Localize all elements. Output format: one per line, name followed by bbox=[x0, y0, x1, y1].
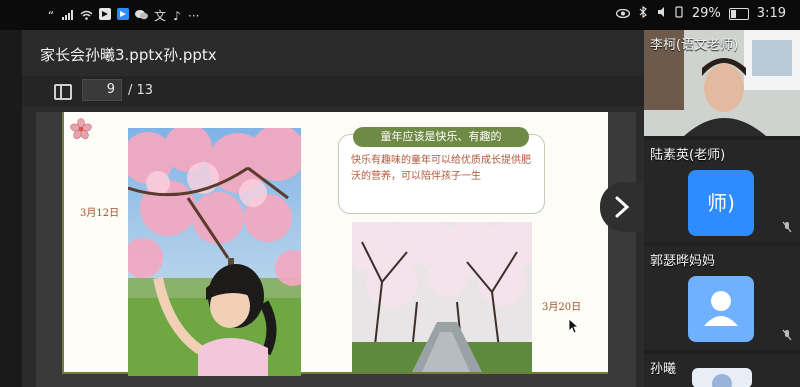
text-card-body: 快乐有趣味的童年可以给优质成长提供肥沃的营养，可以陪伴孩子一生 bbox=[351, 155, 531, 182]
status-right: 29% 3:19 bbox=[615, 5, 786, 21]
participant-tile[interactable]: 孙曦 bbox=[644, 354, 800, 387]
signal-icon bbox=[62, 9, 74, 23]
chevron-right-icon bbox=[615, 196, 630, 218]
user-icon bbox=[704, 291, 738, 326]
video-app-icon bbox=[117, 8, 129, 23]
mic-off-icon bbox=[782, 221, 792, 236]
eye-icon bbox=[615, 7, 631, 21]
participants-panel: 李柯(语文老师) 陆素英(老师) 师) 郭瑟晔妈妈 孙曦 bbox=[644, 30, 800, 387]
quote-icon: “ bbox=[47, 8, 55, 23]
photo-girl-cherry-blossom bbox=[128, 128, 301, 376]
slide: 3月12日 童年应该是快乐、有趣的 快乐有趣味的童年可以给优质成长提供肥沃的营养… bbox=[62, 112, 608, 376]
participant-name: 孙曦 bbox=[650, 362, 677, 377]
participant-name: 陆素英(老师) bbox=[650, 148, 726, 163]
participant-tile[interactable]: 郭瑟晔妈妈 bbox=[644, 246, 800, 350]
mic-off-icon bbox=[782, 329, 792, 344]
music-icon: ♪ bbox=[173, 8, 181, 23]
participant-avatar: 师) bbox=[688, 170, 754, 236]
mute-icon bbox=[656, 6, 666, 21]
clock: 3:19 bbox=[756, 6, 786, 21]
participant-tile[interactable]: 李柯(语文老师) bbox=[644, 30, 800, 136]
date-label-right: 3月20日 bbox=[542, 302, 582, 313]
text-card-title: 童年应该是快乐、有趣的 bbox=[353, 127, 529, 147]
status-left-icons: “ 文 ♪ ··· bbox=[46, 7, 199, 24]
wifi-icon bbox=[80, 9, 93, 23]
sidebar-toggle-icon[interactable] bbox=[54, 84, 72, 100]
slide-area: 3月12日 童年应该是快乐、有趣的 快乐有趣味的童年可以给优质成长提供肥沃的营养… bbox=[36, 112, 636, 387]
flower-icon bbox=[70, 118, 92, 139]
mouse-cursor-icon bbox=[568, 318, 580, 334]
page-number-input[interactable]: 9 bbox=[82, 79, 122, 101]
participant-avatar bbox=[688, 276, 754, 342]
bluetooth-icon bbox=[638, 5, 648, 21]
participant-avatar-image bbox=[692, 368, 752, 387]
translate-icon: 文 bbox=[154, 9, 167, 23]
page-total: / 13 bbox=[128, 83, 154, 98]
photo-cherry-blossom-path bbox=[352, 222, 532, 372]
status-bar: “ 文 ♪ ··· 29% 3:19 bbox=[0, 0, 800, 30]
next-page-button[interactable] bbox=[600, 182, 646, 232]
date-label-left: 3月12日 bbox=[80, 208, 120, 219]
document-viewer: 家长会孙曦3.pptx孙.pptx 9 / 13 3月12日 童年应该是快乐、有… bbox=[22, 30, 644, 387]
wechat-icon bbox=[135, 9, 148, 23]
participant-name: 李柯(语文老师) bbox=[650, 38, 739, 53]
text-card: 童年应该是快乐、有趣的 快乐有趣味的童年可以给优质成长提供肥沃的营养，可以陪伴孩… bbox=[338, 127, 545, 214]
battery-icon bbox=[728, 7, 749, 20]
vibrate-icon bbox=[674, 6, 684, 21]
battery-percent: 29% bbox=[691, 6, 721, 21]
document-toolbar: 9 / 13 bbox=[22, 76, 644, 106]
participant-tile[interactable]: 陆素英(老师) 师) bbox=[644, 140, 800, 242]
video-app-icon bbox=[99, 8, 111, 23]
document-title: 家长会孙曦3.pptx孙.pptx bbox=[40, 46, 217, 64]
participant-name: 郭瑟晔妈妈 bbox=[650, 254, 716, 269]
more-icon: ··· bbox=[188, 8, 200, 23]
